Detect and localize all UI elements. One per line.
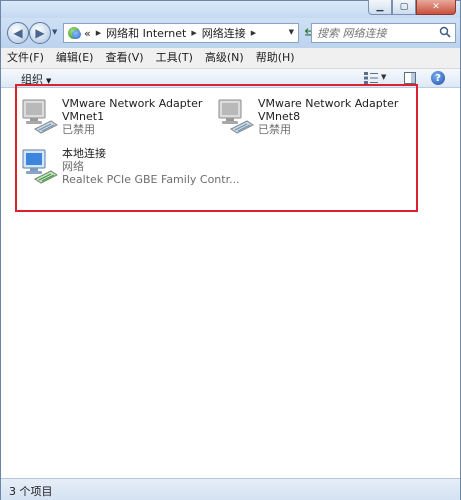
connection-device: Realtek PCIe GBE Family Contr...	[62, 173, 240, 186]
breadcrumb-network-connections[interactable]: 网络连接	[202, 25, 246, 41]
menu-file[interactable]: 文件(F)	[1, 48, 50, 68]
preview-pane-icon[interactable]	[404, 72, 416, 84]
connection-name: VMware Network Adapter	[258, 97, 399, 110]
help-icon[interactable]: ?	[431, 71, 445, 85]
menu-help[interactable]: 帮助(H)	[250, 48, 301, 68]
connection-item-vmnet1[interactable]: VMware Network Adapter VMnet1 已禁用	[21, 97, 202, 137]
view-options-icon[interactable]	[364, 72, 378, 84]
menu-advanced[interactable]: 高级(N)	[199, 48, 250, 68]
navigation-bar: ◀ ▶ ▼ « ▶ 网络和 Internet ▶ 网络连接 ▶ ▼ ⇆	[1, 18, 460, 48]
explorer-window: ▁ ▢ ✕ ◀ ▶ ▼ « ▶ 网络和 Internet ▶ 网络连接 ▶ ▼ …	[0, 0, 461, 500]
address-bar[interactable]: « ▶ 网络和 Internet ▶ 网络连接 ▶ ▼	[63, 23, 299, 43]
disabled-network-adapter-icon	[22, 99, 58, 134]
address-dropdown-icon[interactable]: ▼	[289, 28, 294, 36]
connection-item-vmnet8[interactable]: VMware Network Adapter VMnet8 已禁用	[217, 97, 398, 137]
connection-name-line2: VMnet1	[62, 110, 105, 123]
breadcrumb-overflow[interactable]: «	[84, 27, 91, 40]
menu-edit[interactable]: 编辑(E)	[50, 48, 100, 68]
chevron-right-icon[interactable]: ▶	[191, 29, 196, 37]
arrow-right-icon: ▶	[35, 26, 45, 40]
chevron-right-icon[interactable]: ▶	[251, 29, 256, 37]
status-bar: 3 个项目	[1, 478, 460, 500]
menu-view[interactable]: 查看(V)	[99, 48, 149, 68]
search-box[interactable]	[311, 23, 456, 43]
connection-name-line2: VMnet8	[258, 110, 301, 123]
search-input[interactable]	[312, 24, 435, 42]
recent-pages-dropdown[interactable]: ▼	[52, 28, 57, 36]
back-button[interactable]: ◀	[7, 22, 29, 44]
close-button[interactable]: ✕	[416, 0, 456, 15]
connection-status: 网络	[62, 160, 84, 173]
menu-bar: 文件(F) 编辑(E) 查看(V) 工具(T) 高级(N) 帮助(H)	[1, 48, 460, 69]
item-count: 3 个项目	[9, 485, 53, 498]
forward-button[interactable]: ▶	[29, 22, 51, 44]
search-icon[interactable]	[439, 26, 451, 38]
minimize-button[interactable]: ▁	[368, 0, 392, 15]
arrow-left-icon: ◀	[13, 26, 23, 40]
view-dropdown-icon[interactable]: ▼	[381, 73, 386, 81]
maximize-button[interactable]: ▢	[392, 0, 416, 15]
network-adapter-icon	[22, 149, 58, 184]
connection-item-local[interactable]: 本地连接 网络 Realtek PCIe GBE Family Contr...	[21, 147, 240, 187]
connection-name: 本地连接	[62, 147, 106, 160]
connection-status: 已禁用	[62, 123, 95, 136]
menu-tools[interactable]: 工具(T)	[150, 48, 199, 68]
connection-name: VMware Network Adapter	[62, 97, 203, 110]
disabled-network-adapter-icon	[218, 99, 254, 134]
chevron-right-icon[interactable]: ▶	[96, 29, 101, 37]
network-globe-icon	[67, 26, 81, 40]
title-bar: ▁ ▢ ✕	[1, 0, 460, 18]
connection-status: 已禁用	[258, 123, 291, 136]
breadcrumb-network-internet[interactable]: 网络和 Internet	[106, 25, 186, 41]
